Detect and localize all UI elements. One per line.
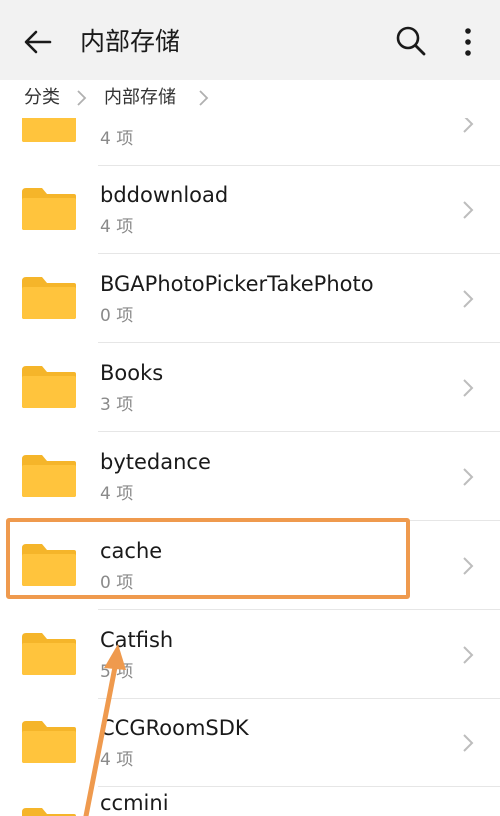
folder-item-count: 5 项 <box>100 662 134 682</box>
folder-icon <box>22 721 76 763</box>
folder-name: BGAPhotoPickerTakePhoto <box>100 272 374 296</box>
page-title: 内部存储 <box>80 27 181 56</box>
breadcrumb-item-internal-storage[interactable]: 内部存储 <box>104 84 176 112</box>
more-vert-icon[interactable] <box>456 24 480 60</box>
row-divider <box>98 431 500 432</box>
app-bar: 内部存储 <box>0 0 500 80</box>
folder-item-count: 0 项 <box>100 573 134 593</box>
chevron-right-icon <box>463 557 474 575</box>
folder-icon <box>22 633 76 675</box>
chevron-right-icon <box>77 90 87 106</box>
folder-name: CCGRoomSDK <box>100 716 249 740</box>
folder-icon <box>22 188 76 230</box>
search-icon[interactable] <box>394 24 428 58</box>
folder-item-count: 4 项 <box>100 129 134 149</box>
chevron-right-icon <box>463 379 474 397</box>
row-divider <box>98 609 500 610</box>
folder-icon <box>22 544 76 586</box>
list-item-folder[interactable]: bytedance 4 项 <box>0 433 500 521</box>
folder-item-count: 4 项 <box>100 750 134 770</box>
chevron-right-icon <box>463 646 474 664</box>
breadcrumb-item-category[interactable]: 分类 <box>24 84 60 112</box>
arrow-left-icon[interactable] <box>20 24 56 60</box>
folder-name: Catfish <box>100 628 174 652</box>
folder-item-count: 4 项 <box>100 484 134 504</box>
folder-name: cache <box>100 539 163 563</box>
folder-icon <box>22 277 76 319</box>
chevron-right-icon <box>463 468 474 486</box>
list-item-folder[interactable]: ccmini <box>0 786 500 816</box>
list-item-folder[interactable]: bddownload 4 项 <box>0 166 500 254</box>
folder-item-count: 3 项 <box>100 395 134 415</box>
folder-icon <box>22 808 76 816</box>
folder-item-count: 0 项 <box>100 306 134 326</box>
list-item-folder[interactable]: BGAPhotoPickerTakePhoto 0 项 <box>0 255 500 343</box>
folder-name: bddownload <box>100 183 229 207</box>
folder-name: bytedance <box>100 450 211 474</box>
row-divider <box>98 253 500 254</box>
list-item-folder[interactable]: Books 3 项 <box>0 344 500 432</box>
breadcrumb: 分类 内部存储 <box>0 80 500 118</box>
row-divider <box>98 520 500 521</box>
folder-icon <box>22 366 76 408</box>
chevron-right-icon <box>463 201 474 219</box>
list-item-folder[interactable]: cache 0 项 <box>0 522 500 610</box>
folder-item-count: 4 项 <box>100 217 134 237</box>
folder-list: 4 项 bddownload 4 项 BGAPhotoPickerTakePho… <box>0 0 500 816</box>
list-item-folder[interactable]: Catfish 5 项 <box>0 611 500 699</box>
chevron-right-icon <box>199 90 209 106</box>
folder-icon <box>22 455 76 497</box>
list-item-folder[interactable]: CCGRoomSDK 4 项 <box>0 699 500 787</box>
folder-name: Books <box>100 361 164 385</box>
folder-name: ccmini <box>100 791 169 815</box>
row-divider <box>98 342 500 343</box>
chevron-right-icon <box>463 290 474 308</box>
chevron-right-icon <box>463 734 474 752</box>
